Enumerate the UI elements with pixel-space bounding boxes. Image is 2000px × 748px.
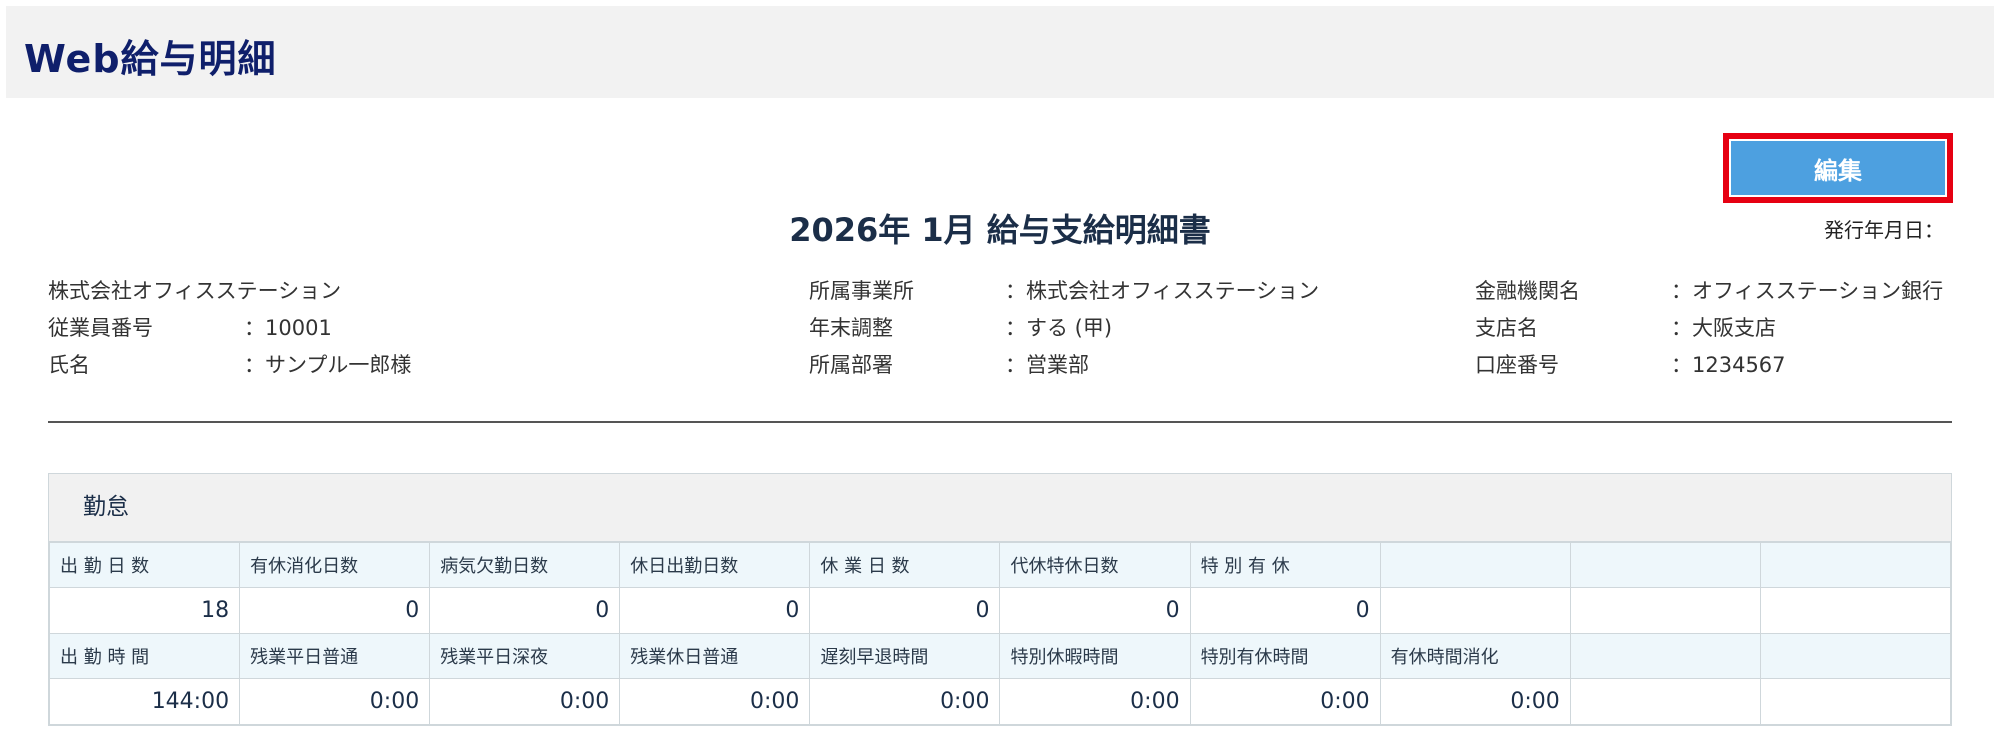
bank-label: 金融機関名 [1475, 279, 1580, 303]
table-header-cell [1759, 633, 1952, 679]
branch-label: 支店名 [1475, 316, 1538, 340]
account-value: ：1234567 [1671, 353, 1786, 377]
table-header-cell: 出 勤 時 間 [48, 633, 241, 679]
attendance-time-headers: 出 勤 時 間 残業平日普通 残業平日深夜 残業休日普通 遅刻早退時間 特別休暇… [48, 633, 1952, 679]
table-header-cell: 代休特休日数 [999, 542, 1191, 588]
table-header-cell: 休日出勤日数 [619, 542, 811, 588]
table-value-cell: 0:00 [239, 678, 431, 725]
table-value-cell: 144:00 [48, 678, 241, 725]
attendance-day-headers: 出 勤 日 数 有休消化日数 病気欠勤日数 休日出勤日数 休 業 日 数 代休特… [48, 542, 1952, 588]
table-header-cell: 休 業 日 数 [809, 542, 1001, 588]
employee-no-label: 従業員番号 [48, 316, 153, 340]
table-header-cell: 病気欠勤日数 [429, 542, 621, 588]
name-value: ：サンプル一郎様 [244, 353, 412, 377]
table-header-cell: 出 勤 日 数 [48, 542, 241, 588]
table-value-cell: 0 [1189, 587, 1381, 634]
table-header-cell [1569, 542, 1761, 588]
table-header-cell [1569, 633, 1761, 679]
attendance-title: 勤怠 [49, 474, 1951, 542]
table-header-cell [1759, 542, 1952, 588]
table-value-cell [1379, 587, 1571, 634]
table-value-cell [1569, 587, 1761, 634]
department-value: ：営業部 [1005, 353, 1089, 377]
table-value-cell: 0 [239, 587, 431, 634]
edit-button[interactable]: 編集 [1731, 141, 1945, 195]
table-value-cell [1759, 678, 1952, 725]
attendance-table: 出 勤 日 数 有休消化日数 病気欠勤日数 休日出勤日数 休 業 日 数 代休特… [48, 542, 1952, 725]
office-label: 所属事業所 [809, 279, 914, 303]
attendance-section: 勤怠 出 勤 日 数 有休消化日数 病気欠勤日数 休日出勤日数 休 業 日 数 … [48, 473, 1952, 726]
divider [48, 421, 1952, 423]
issue-date-label: 発行年月日： [1824, 218, 1944, 242]
table-value-cell: 0:00 [429, 678, 621, 725]
table-value-cell: 0:00 [1189, 678, 1381, 725]
branch-value: ：大阪支店 [1671, 316, 1776, 340]
document-title: 2026年 1月 給与支給明細書 [789, 211, 1211, 249]
edit-button-highlight: 編集 [1723, 133, 1953, 203]
table-header-cell: 特 別 有 休 [1189, 542, 1381, 588]
company-name: 株式会社オフィスステーション [48, 279, 342, 303]
table-value-cell: 0 [999, 587, 1191, 634]
table-value-cell: 0 [809, 587, 1001, 634]
bank-value: ：オフィスステーション銀行 [1671, 279, 1944, 303]
table-value-cell: 18 [48, 587, 241, 634]
attendance-day-values: 18 0 0 0 0 0 0 [48, 587, 1952, 634]
table-header-cell: 有休消化日数 [239, 542, 431, 588]
table-header-cell: 遅刻早退時間 [809, 633, 1001, 679]
table-header-cell: 残業平日普通 [239, 633, 431, 679]
table-header-cell: 残業平日深夜 [429, 633, 621, 679]
table-value-cell: 0:00 [809, 678, 1001, 725]
table-value-cell: 0:00 [999, 678, 1191, 725]
employee-no-value: ：10001 [244, 316, 332, 340]
year-end-label: 年末調整 [809, 316, 893, 340]
table-value-cell [1759, 587, 1952, 634]
year-end-value: ：する (甲) [1005, 316, 1113, 340]
table-header-cell: 特別有休時間 [1189, 633, 1381, 679]
table-header-cell: 残業休日普通 [619, 633, 811, 679]
table-value-cell: 0 [619, 587, 811, 634]
table-header-cell: 有休時間消化 [1379, 633, 1571, 679]
table-header-cell [1379, 542, 1571, 588]
attendance-time-values: 144:00 0:00 0:00 0:00 0:00 0:00 0:00 0:0… [48, 678, 1952, 725]
table-value-cell: 0:00 [619, 678, 811, 725]
table-value-cell: 0 [429, 587, 621, 634]
app-header: Web給与明細 [6, 6, 1994, 98]
office-value: ：株式会社オフィスステーション [1005, 279, 1320, 303]
table-value-cell [1569, 678, 1761, 725]
name-label: 氏名 [48, 353, 90, 377]
department-label: 所属部署 [809, 353, 893, 377]
table-value-cell: 0:00 [1379, 678, 1571, 725]
table-header-cell: 特別休暇時間 [999, 633, 1191, 679]
app-title: Web給与明細 [24, 37, 277, 81]
account-label: 口座番号 [1475, 353, 1559, 377]
